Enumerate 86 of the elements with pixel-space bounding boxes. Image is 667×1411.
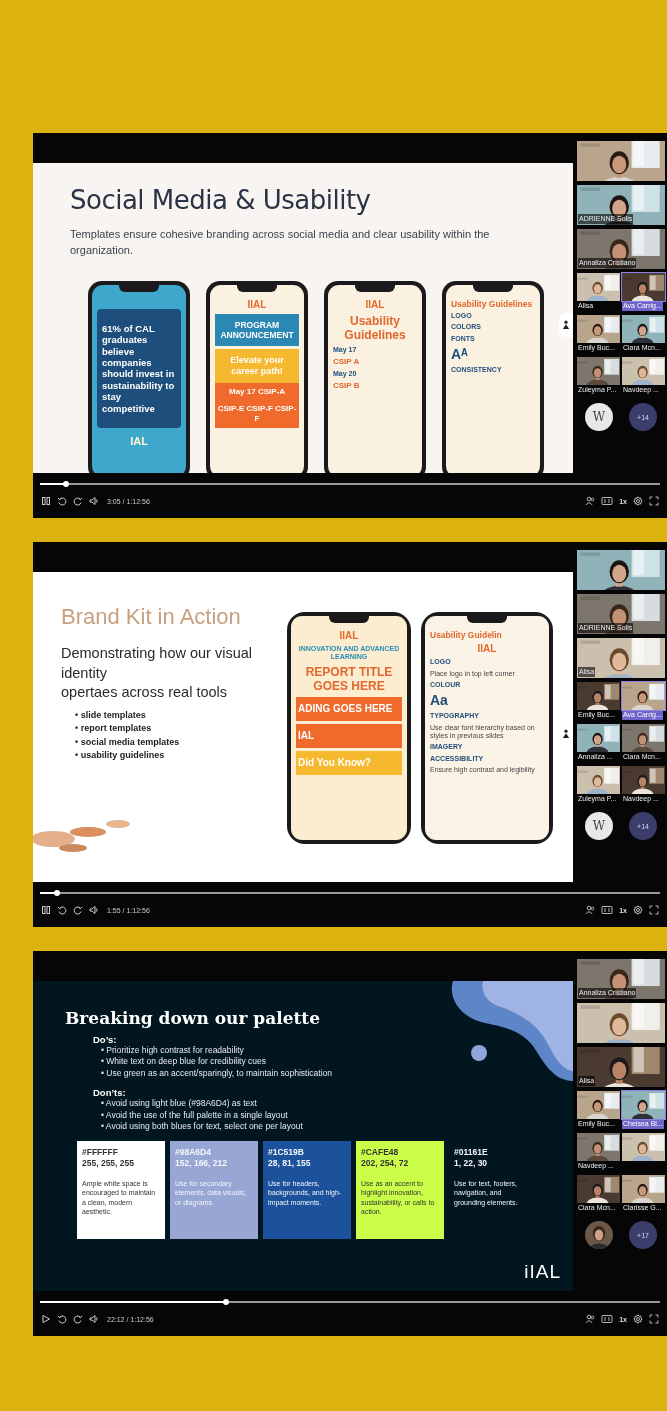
pause-icon[interactable]: [41, 496, 51, 506]
settings-icon[interactable]: [633, 1314, 643, 1324]
rgb-value: 28, 81, 155: [268, 1157, 312, 1169]
phone-text: Usability Guidelines: [451, 298, 534, 310]
bullet-item: • usability guidelines: [75, 749, 166, 763]
slide-title: Breaking down our palette: [65, 1008, 321, 1028]
play-icon[interactable]: [41, 1314, 51, 1324]
slide-title: Brand Kit in Action: [61, 604, 242, 630]
phone-text: Aa: [430, 692, 449, 710]
phone-text: Aᴬ: [451, 346, 469, 364]
participant-avatar[interactable]: W: [585, 403, 613, 431]
phone-notch: [355, 284, 395, 292]
list-item: • Avoid using light blue (#98A6D4) as text: [100, 1098, 258, 1110]
progress-thumb[interactable]: [53, 890, 60, 896]
list-item: • Avoid using both blues for text, select one per layout: [100, 1121, 304, 1133]
phone-text: REPORT TITLE GOES HERE: [304, 664, 394, 694]
presenter-tool[interactable]: [559, 313, 573, 337]
phone-text: Usability Guidelin: [430, 630, 503, 641]
phone-notch: [119, 284, 159, 292]
people-icon[interactable]: [585, 905, 596, 915]
rgb-value: 255, 255, 255: [82, 1157, 135, 1169]
volume-icon[interactable]: [89, 496, 99, 506]
person-icon: [562, 729, 570, 739]
hex-code: #1C519B: [268, 1146, 305, 1158]
list-heading: Do’s:: [93, 1034, 118, 1045]
volume-icon[interactable]: [89, 905, 99, 915]
person-icon: [562, 320, 570, 330]
phone-text: IAL: [129, 435, 149, 449]
phone-text: CSIP A: [333, 357, 361, 367]
hex-code: #FFFFFF: [82, 1146, 119, 1158]
bullet-item: • social media templates: [75, 735, 181, 749]
phone-text: Elevate your career path!: [215, 349, 299, 383]
participant-avatar[interactable]: W: [585, 812, 613, 840]
forward-icon[interactable]: [73, 496, 83, 506]
captions-icon[interactable]: [601, 496, 614, 506]
logo: iIAL: [524, 1261, 561, 1283]
phone-text: IIAL: [364, 298, 386, 311]
rewind-icon[interactable]: [57, 905, 67, 915]
slide-title: Social Media & Usability: [70, 185, 372, 215]
fullscreen-icon[interactable]: [649, 905, 659, 915]
phone-notch: [473, 284, 513, 292]
forward-icon[interactable]: [73, 1314, 83, 1324]
phone-notch: [467, 616, 507, 623]
phone-text: CSIP-E CSIP-F CSIP-F: [215, 400, 299, 428]
phone-notch: [237, 284, 277, 292]
progress-thumb[interactable]: [223, 1299, 229, 1305]
hex-code: #CAFE48: [361, 1146, 400, 1158]
list-item: • White text on deep blue for credibility cues: [100, 1056, 268, 1068]
list-item: • Avoid the use of the full palette in a single layout: [100, 1109, 289, 1122]
people-icon[interactable]: [585, 496, 596, 506]
captions-icon[interactable]: [601, 905, 614, 915]
phone-text: 61% of CAL graduates believe companies should invest in sustainability to stay competitive: [97, 308, 181, 428]
list-heading: Don’ts:: [93, 1087, 127, 1099]
phone-text: CSIP B: [333, 381, 361, 391]
bullet-item: • slide templates: [75, 708, 147, 722]
rgb-value: 152, 166, 212: [175, 1157, 228, 1169]
slide-subtitle: Templates ensure cohesive branding across social media and clear usability within the organization.: [70, 227, 491, 258]
rewind-icon[interactable]: [57, 1314, 67, 1324]
slide-text: opertaes across real tools: [61, 683, 229, 703]
phone-text: IIAL: [476, 643, 498, 656]
hex-code: #98A6D4: [175, 1146, 212, 1158]
phone-text: Did You Know?: [296, 750, 402, 775]
fullscreen-icon[interactable]: [649, 496, 659, 506]
phone-text: IAL: [296, 723, 402, 748]
fullscreen-icon[interactable]: [649, 1314, 659, 1324]
volume-icon[interactable]: [89, 1314, 99, 1324]
bullet-item: • report templates: [75, 722, 153, 736]
phone-text: IIAL: [246, 298, 268, 311]
phone-text: PROGRAM ANNOUNCEMENT: [215, 313, 299, 347]
rgb-value: 1, 22, 30: [454, 1157, 489, 1169]
rewind-icon[interactable]: [57, 496, 67, 506]
forward-icon[interactable]: [73, 905, 83, 915]
progress-thumb[interactable]: [63, 481, 70, 487]
captions-icon[interactable]: [601, 1314, 614, 1324]
list-item: • Use green as an accent/sparingly, to maintain sophistication: [100, 1067, 334, 1080]
pause-icon[interactable]: [41, 905, 51, 915]
phone-text: ADING GOES HERE: [296, 696, 402, 721]
settings-icon[interactable]: [633, 905, 643, 915]
phone-notch: [329, 616, 369, 623]
hex-code: #01161E: [454, 1146, 489, 1158]
phone-text: Usability Guidelines: [343, 313, 407, 343]
phone-text: IIAL: [338, 630, 360, 642]
people-icon[interactable]: [585, 1314, 596, 1324]
rgb-value: 202, 254, 72: [361, 1157, 410, 1169]
settings-icon[interactable]: [633, 496, 643, 506]
list-item: • Prioritize high contrast for readability: [100, 1045, 245, 1057]
